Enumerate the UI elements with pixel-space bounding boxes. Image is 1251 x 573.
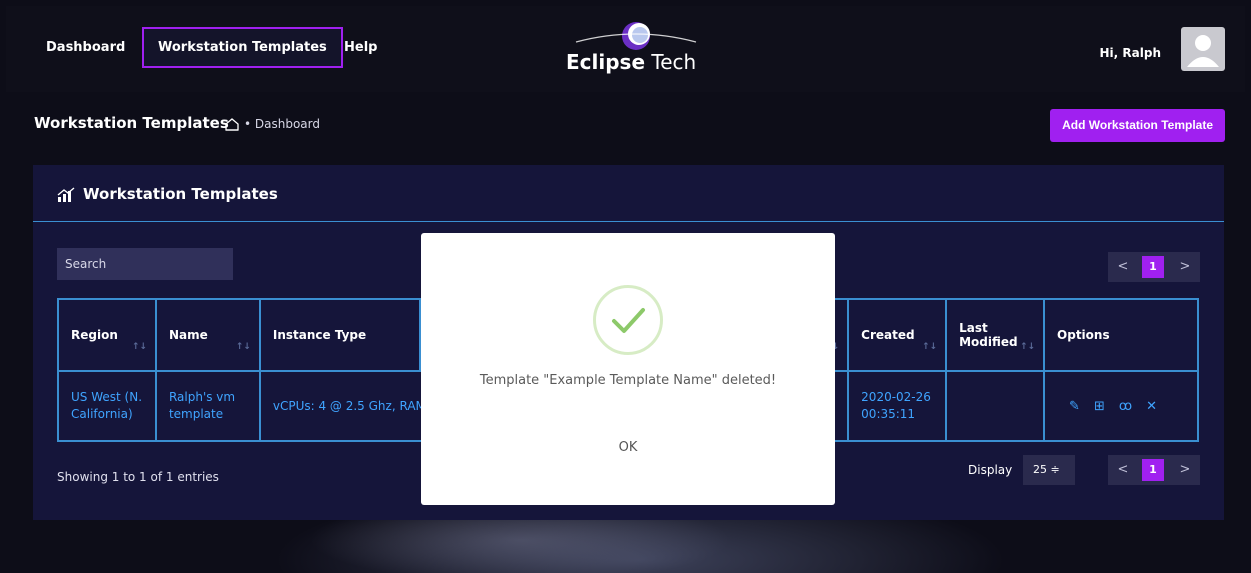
brand-name-light: Tech <box>651 50 697 74</box>
brand-name-bold: Eclipse <box>566 50 646 74</box>
page-1-button[interactable]: 1 <box>1142 256 1164 278</box>
column-header-label: Name <box>168 328 208 342</box>
column-header-label: Region <box>71 328 118 342</box>
column-header-options: Options <box>1043 298 1199 372</box>
column-header-label: Instance Type <box>272 328 367 342</box>
ok-button[interactable]: OK <box>598 433 658 463</box>
search-input[interactable] <box>57 248 233 280</box>
nav-workstation-templates[interactable]: Workstation Templates <box>142 27 343 68</box>
sort-icon[interactable]: ↑↓ <box>922 342 937 352</box>
column-header-label: Options <box>1057 328 1110 342</box>
users-icon[interactable]: ꝏ <box>1119 398 1132 415</box>
sort-icon[interactable]: ↑↓ <box>236 342 251 352</box>
nav-help[interactable]: Help <box>330 27 391 68</box>
page-title: Workstation Templates <box>34 114 229 132</box>
sort-icon[interactable]: ↑↓ <box>1020 342 1035 352</box>
cell-options: ✎ ⊞ ꝏ ✕ <box>1043 370 1199 442</box>
column-header-name[interactable]: Name ↑↓ <box>154 298 261 372</box>
column-header-region[interactable]: Region ↑↓ <box>57 298 157 372</box>
next-page-button[interactable]: > <box>1170 455 1200 485</box>
cell-name: Ralph's vm template <box>154 370 261 442</box>
brand-name: Eclipse Tech <box>566 50 696 74</box>
row-actions: ✎ ⊞ ꝏ ✕ <box>1057 398 1185 415</box>
success-dialog: Template "Example Template Name" deleted… <box>421 233 835 505</box>
chart-icon <box>57 187 75 202</box>
cell-region: US West (N. California) <box>57 370 157 442</box>
dialog-message: Template "Example Template Name" deleted… <box>479 373 777 388</box>
success-icon <box>593 285 663 355</box>
page-1-button[interactable]: 1 <box>1142 459 1164 481</box>
panel-title: Workstation Templates <box>83 185 278 203</box>
next-page-button[interactable]: > <box>1170 252 1200 282</box>
edit-icon[interactable]: ✎ <box>1069 398 1080 415</box>
user-greeting: Hi, Ralph <box>1099 46 1161 60</box>
breadcrumb[interactable]: • Dashboard <box>244 117 320 131</box>
brand-logo[interactable]: Eclipse Tech <box>566 20 706 82</box>
column-header-label: Created <box>861 328 915 342</box>
pagination-top: < 1 > <box>1108 252 1200 282</box>
home-icon[interactable] <box>224 116 240 132</box>
column-header-last-modified[interactable]: Last Modified ↑↓ <box>945 298 1046 372</box>
pagination-bottom: < 1 > <box>1108 455 1200 485</box>
display-label: Display <box>968 463 1013 477</box>
panel-header: Workstation Templates <box>33 165 1224 222</box>
add-workstation-template-button[interactable]: Add Workstation Template <box>1050 109 1225 142</box>
cell-created: 2020-02-26 00:35:11 <box>847 370 948 442</box>
top-navbar: Dashboard Workstation Templates Help Ecl… <box>6 6 1245 92</box>
user-icon <box>1187 35 1219 67</box>
entries-info: Showing 1 to 1 of 1 entries <box>57 470 219 484</box>
column-header-created[interactable]: Created ↑↓ <box>847 298 948 372</box>
checkmark-icon <box>612 308 645 333</box>
duplicate-icon[interactable]: ⊞ <box>1094 398 1105 415</box>
page-size-select[interactable]: 25 ≑ <box>1023 455 1075 485</box>
column-header-instance-type[interactable]: Instance Type <box>258 298 421 372</box>
sort-icon[interactable]: ↑↓ <box>132 342 147 352</box>
delete-icon[interactable]: ✕ <box>1146 398 1157 415</box>
prev-page-button[interactable]: < <box>1108 252 1138 282</box>
column-header-label: Last Modified <box>959 321 1018 349</box>
avatar[interactable] <box>1181 27 1225 71</box>
cell-last-modified <box>945 370 1046 442</box>
nav-dashboard[interactable]: Dashboard <box>32 27 139 68</box>
app-page: Dashboard Workstation Templates Help Ecl… <box>0 0 1251 573</box>
prev-page-button[interactable]: < <box>1108 455 1138 485</box>
page-header: Workstation Templates • Dashboard Add Wo… <box>6 92 1245 156</box>
